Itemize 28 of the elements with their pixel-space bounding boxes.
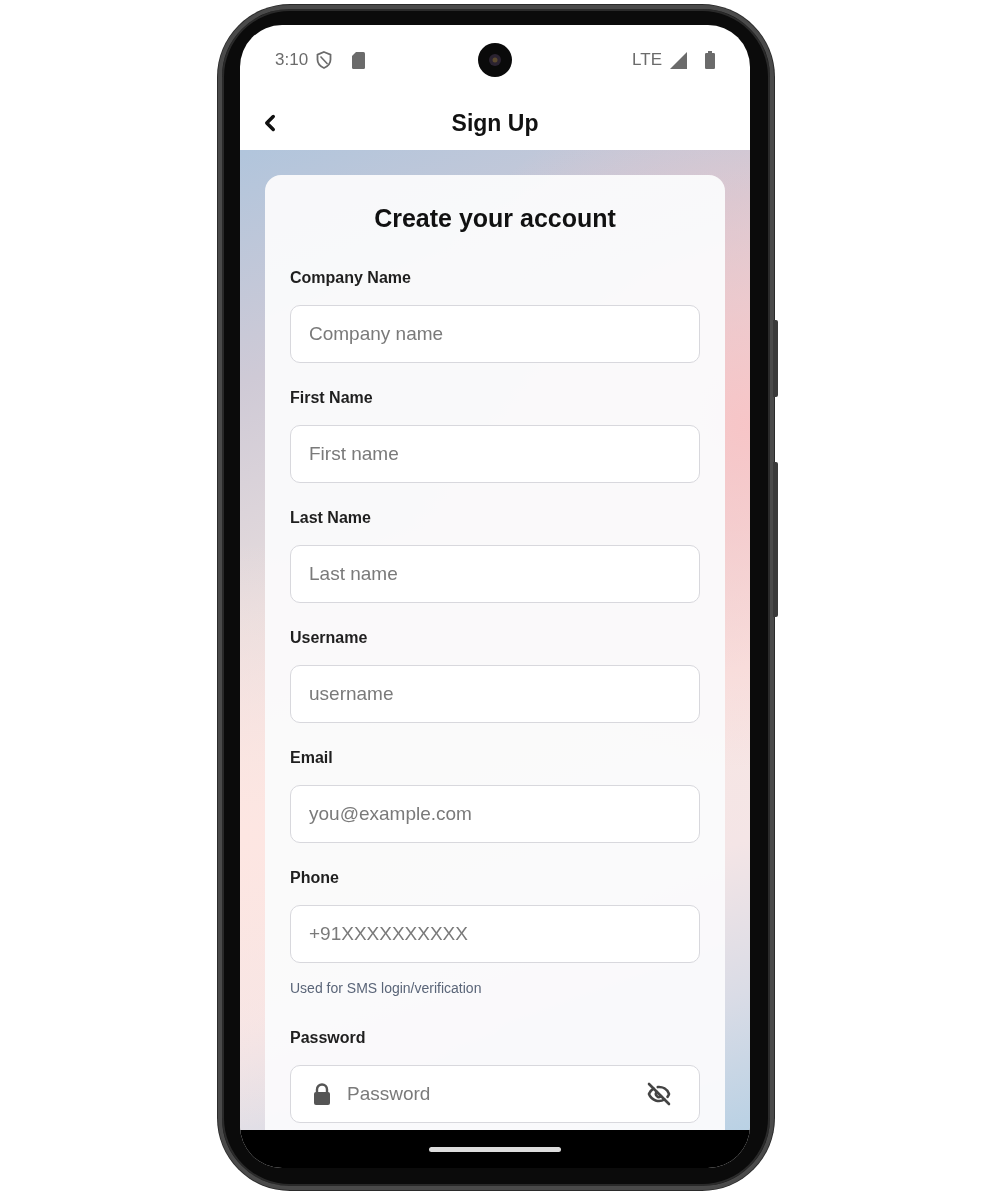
front-camera-icon [478, 43, 512, 77]
header-title: Sign Up [451, 108, 539, 137]
status-time: 3:10 [275, 50, 309, 70]
network-label: LTE [632, 50, 662, 70]
field-label: Phone [290, 868, 339, 888]
field-label: Password [290, 1028, 366, 1048]
form-title: Create your account [373, 203, 617, 234]
shield-icon [316, 51, 333, 69]
input-field[interactable]: Company name [290, 305, 700, 363]
eye-off-icon[interactable] [647, 1082, 671, 1106]
input-field[interactable]: First name [290, 425, 700, 483]
input-field[interactable]: username [290, 665, 700, 723]
field-label: Last Name [290, 508, 371, 528]
field-label: First Name [290, 388, 373, 408]
password-field[interactable]: Password [290, 1065, 700, 1123]
input-field[interactable]: Last name [290, 545, 700, 603]
lock-icon [313, 1083, 331, 1105]
sd-card-icon [352, 51, 366, 69]
helper-text: Used for SMS login/verification [290, 979, 482, 997]
home-indicator[interactable] [429, 1146, 561, 1152]
field-label: Email [290, 748, 333, 768]
field-label: Username [290, 628, 368, 648]
field-label: Company Name [290, 268, 411, 288]
input-field[interactable]: you@example.com [290, 785, 700, 843]
password-input[interactable]: Password [347, 1081, 631, 1107]
battery-icon [705, 51, 715, 69]
signal-icon [670, 51, 687, 69]
input-field[interactable]: +91XXXXXXXXXX [290, 905, 700, 963]
